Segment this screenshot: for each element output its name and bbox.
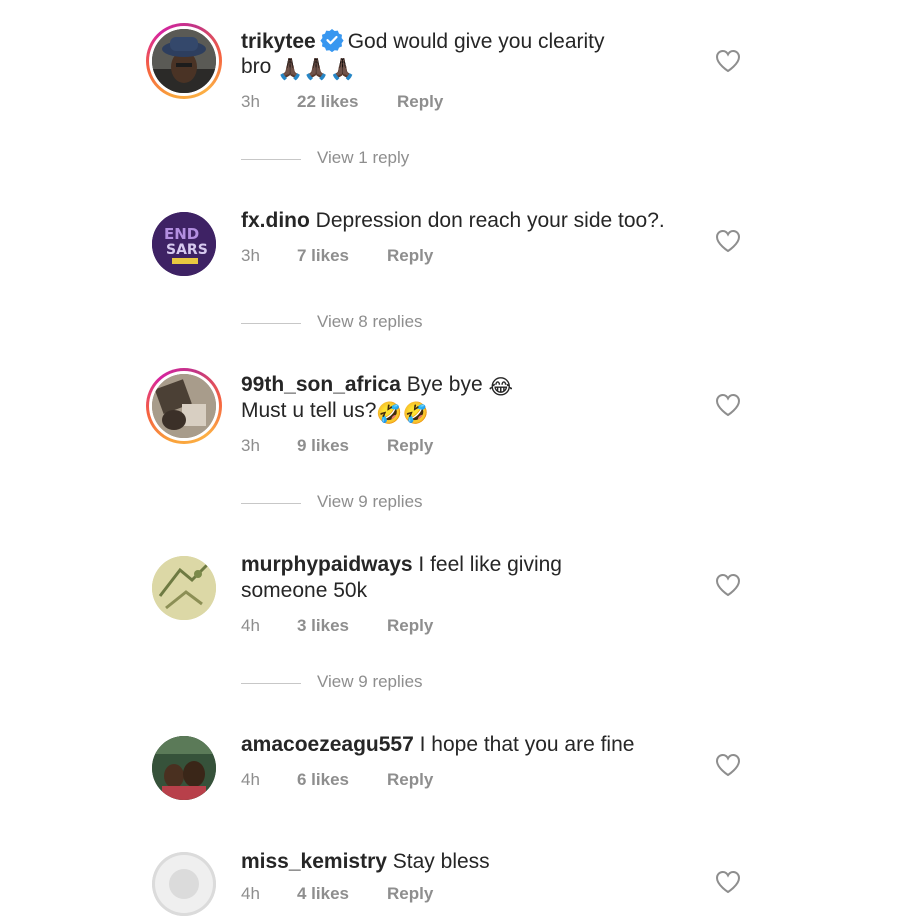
avatar[interactable]: END SARS bbox=[146, 206, 222, 282]
comment-meta: 3h 7 likes Reply bbox=[241, 246, 433, 266]
username[interactable]: 99th_son_africa bbox=[241, 373, 401, 396]
likes-count[interactable]: 3 likes bbox=[297, 616, 349, 636]
endsars-logo-icon: END SARS bbox=[152, 212, 216, 276]
divider-line bbox=[241, 683, 301, 684]
avatar[interactable] bbox=[146, 23, 222, 99]
comment-meta: 4h 3 likes Reply bbox=[241, 616, 433, 636]
profile-photo-icon bbox=[152, 556, 216, 620]
comment-body: Bye bye bbox=[406, 373, 483, 396]
avatar[interactable] bbox=[146, 846, 222, 922]
timestamp: 3h bbox=[241, 92, 260, 111]
praying-hands-emoji-icon: 🙏🏿🙏🏿🙏🏿 bbox=[277, 58, 356, 81]
comment-meta: 3h 22 likes Reply bbox=[241, 92, 443, 112]
laughing-tears-emoji-icon: 😂 bbox=[488, 376, 514, 399]
comment-text: miss_kemistry Stay bless bbox=[241, 849, 490, 875]
comment-body: I feel like giving bbox=[418, 553, 562, 576]
profile-photo-icon bbox=[152, 29, 216, 93]
likes-count[interactable]: 7 likes bbox=[297, 246, 349, 266]
likes-count[interactable]: 22 likes bbox=[297, 92, 358, 112]
reply-button[interactable]: Reply bbox=[387, 436, 433, 456]
view-replies-label: View 9 replies bbox=[317, 672, 423, 691]
comment-body: Depression don reach your side too?. bbox=[315, 209, 665, 232]
comment-body: God would give you clearity bbox=[347, 30, 605, 53]
view-replies-label: View 9 replies bbox=[317, 492, 423, 511]
comment-text: 99th_son_africa Bye bye 😂 bbox=[241, 372, 513, 401]
comment-body-cont: someone 50k bbox=[241, 579, 368, 602]
svg-text:SARS: SARS bbox=[166, 242, 208, 258]
timestamp: 3h bbox=[241, 246, 260, 265]
comment-text: fx.dino Depression don reach your side t… bbox=[241, 208, 665, 234]
timestamp: 4h bbox=[241, 770, 260, 789]
username[interactable]: fx.dino bbox=[241, 209, 310, 232]
profile-photo-icon bbox=[152, 374, 216, 438]
default-avatar-icon bbox=[152, 852, 216, 916]
likes-count[interactable]: 6 likes bbox=[297, 770, 349, 790]
username[interactable]: amacoezeagu557 bbox=[241, 733, 414, 756]
comment-body-cont: bro bbox=[241, 55, 272, 78]
heart-icon[interactable] bbox=[715, 229, 741, 253]
divider-line bbox=[241, 159, 301, 160]
comment-meta: 4h 4 likes Reply bbox=[241, 884, 433, 904]
comment-body: Stay bless bbox=[392, 850, 490, 873]
heart-icon[interactable] bbox=[715, 870, 741, 894]
avatar[interactable] bbox=[146, 550, 222, 626]
likes-count[interactable]: 4 likes bbox=[297, 884, 349, 904]
view-replies-label: View 1 reply bbox=[317, 148, 410, 167]
reply-button[interactable]: Reply bbox=[387, 246, 433, 266]
username[interactable]: murphypaidways bbox=[241, 553, 413, 576]
avatar[interactable] bbox=[146, 730, 222, 806]
comment-text: amacoezeagu557 I hope that you are fine bbox=[241, 732, 634, 758]
comment-body-cont: Must u tell us? bbox=[241, 399, 377, 422]
timestamp: 3h bbox=[241, 436, 260, 455]
comment-text-line2: bro 🙏🏿🙏🏿🙏🏿 bbox=[241, 54, 356, 83]
timestamp: 4h bbox=[241, 884, 260, 903]
comment-meta: 3h 9 likes Reply bbox=[241, 436, 433, 456]
rolling-laughing-emoji-icon: 🤣🤣 bbox=[376, 402, 429, 425]
comment-text-line2: Must u tell us?🤣🤣 bbox=[241, 398, 429, 427]
divider-line bbox=[241, 323, 301, 324]
view-replies-label: View 8 replies bbox=[317, 312, 423, 331]
username[interactable]: miss_kemistry bbox=[241, 850, 387, 873]
reply-button[interactable]: Reply bbox=[387, 770, 433, 790]
reply-button[interactable]: Reply bbox=[387, 884, 433, 904]
comment-text: murphypaidways I feel like giving bbox=[241, 552, 562, 578]
divider-line bbox=[241, 503, 301, 504]
heart-icon[interactable] bbox=[715, 49, 741, 73]
heart-icon[interactable] bbox=[715, 393, 741, 417]
svg-text:END: END bbox=[164, 225, 199, 243]
comment-text-line2: someone 50k bbox=[241, 578, 367, 604]
timestamp: 4h bbox=[241, 616, 260, 635]
comment-meta: 4h 6 likes Reply bbox=[241, 770, 433, 790]
username[interactable]: trikytee bbox=[241, 30, 316, 53]
reply-button[interactable]: Reply bbox=[387, 616, 433, 636]
heart-icon[interactable] bbox=[715, 753, 741, 777]
profile-photo-icon bbox=[152, 736, 216, 800]
heart-icon[interactable] bbox=[715, 573, 741, 597]
reply-button[interactable]: Reply bbox=[397, 92, 443, 112]
comment-body: I hope that you are fine bbox=[419, 733, 635, 756]
avatar[interactable] bbox=[146, 368, 222, 444]
likes-count[interactable]: 9 likes bbox=[297, 436, 349, 456]
